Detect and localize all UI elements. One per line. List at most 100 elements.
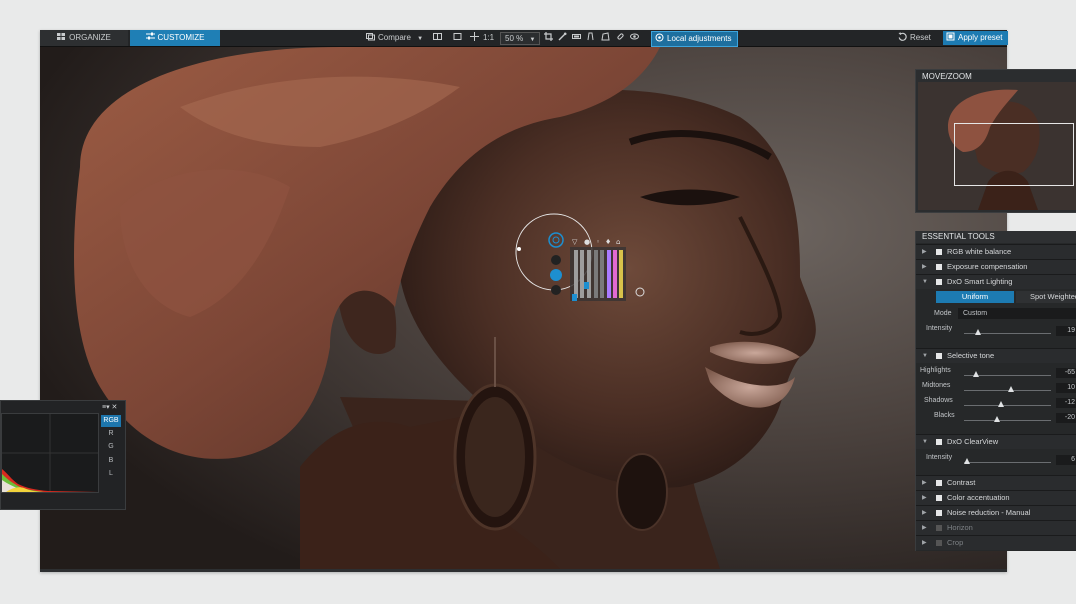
tool-exposure-compensation[interactable]: ▶ Exposure compensation: [916, 259, 1076, 274]
histogram-channel-g[interactable]: G: [101, 441, 121, 453]
tool-label: Noise reduction - Manual: [947, 508, 1031, 517]
expand-arrow-icon[interactable]: ▶: [922, 506, 927, 520]
slider-value[interactable]: 19: [1056, 326, 1076, 336]
slider-value[interactable]: 10: [1056, 383, 1076, 393]
enable-checkbox[interactable]: [936, 480, 942, 486]
histogram-channel-b[interactable]: B: [101, 455, 121, 467]
tool-crop[interactable]: ▶ Crop: [916, 535, 1076, 550]
slider-track[interactable]: [964, 420, 1051, 421]
clearview-intensity-slider[interactable]: Intensity 6: [916, 453, 1076, 468]
reset-button[interactable]: Reset: [898, 30, 931, 46]
slider-knob[interactable]: [994, 416, 1000, 422]
histogram-channel-l[interactable]: L: [101, 468, 121, 480]
blacks-slider[interactable]: Blacks -20: [916, 411, 1076, 426]
move-zoom-title: MOVE/ZOOM: [922, 72, 972, 81]
svg-text:⌂: ⌂: [616, 238, 620, 246]
move-zoom-panel: MOVE/ZOOM: [915, 69, 1076, 213]
compare-icon: [366, 33, 375, 41]
navigator-thumbnail[interactable]: [918, 82, 1076, 210]
reset-icon: [898, 32, 907, 41]
tool-color-accentuation[interactable]: ▶ Color accentuation: [916, 490, 1076, 505]
preset-icon: [946, 32, 955, 41]
filmstrip-toggle-bar[interactable]: [40, 569, 1007, 572]
enable-checkbox[interactable]: [936, 540, 942, 546]
smart-lighting-intensity-slider[interactable]: Intensity 19: [916, 324, 1076, 339]
tool-noise-reduction[interactable]: ▶ Noise reduction - Manual: [916, 505, 1076, 520]
svg-text:◦: ◦: [596, 238, 600, 246]
enable-checkbox[interactable]: [936, 249, 942, 255]
slider-label: Shadows: [924, 397, 953, 404]
compare-button[interactable]: Compare ▼: [362, 30, 427, 46]
slider-knob[interactable]: [998, 401, 1004, 407]
slider-track[interactable]: [964, 462, 1051, 463]
collapse-arrow-icon[interactable]: ▼: [922, 275, 928, 289]
navigator-view-rectangle[interactable]: [954, 123, 1074, 186]
enable-checkbox[interactable]: [936, 525, 942, 531]
highlights-slider[interactable]: Highlights -65: [916, 366, 1076, 381]
zoom-value: 50 %: [505, 34, 524, 43]
reset-label: Reset: [910, 33, 931, 42]
slider-knob[interactable]: [975, 329, 981, 335]
tool-selective-tone[interactable]: ▼ Selective tone: [916, 348, 1076, 363]
volume-deformation-icon: [601, 32, 610, 41]
shadows-slider[interactable]: Shadows -12: [916, 396, 1076, 411]
collapse-arrow-icon[interactable]: ▼: [922, 435, 928, 449]
top-toolbar: ORGANIZE CUSTOMIZE Compare ▼ 1:1 50 % ▼: [40, 30, 1008, 47]
apply-preset-label: Apply preset: [958, 33, 1003, 42]
tab-customize[interactable]: CUSTOMIZE: [130, 30, 220, 46]
tool-label: Color accentuation: [947, 493, 1010, 502]
expand-arrow-icon[interactable]: ▶: [922, 260, 927, 274]
tab-organize[interactable]: ORGANIZE: [40, 30, 128, 46]
image-viewer[interactable]: ▽ ● ◦ ♦ ⌂: [40, 47, 1007, 569]
visibility-button[interactable]: [626, 30, 646, 46]
slider-knob[interactable]: [973, 371, 979, 377]
bandage-icon: [617, 33, 624, 40]
slider-knob[interactable]: [964, 458, 970, 464]
expand-arrow-icon[interactable]: ▶: [922, 245, 927, 259]
spot-weighted-mode-button[interactable]: Spot Weighted: [1016, 291, 1076, 303]
mode-select[interactable]: Custom: [958, 308, 1076, 319]
split-view-button[interactable]: [429, 30, 449, 46]
tool-clearview[interactable]: ▼ DxO ClearView: [916, 434, 1076, 449]
ratio-button[interactable]: 1:1: [483, 30, 494, 46]
enable-checkbox[interactable]: [936, 439, 942, 445]
histogram-channel-rgb[interactable]: RGB: [101, 415, 121, 427]
tool-rgb-white-balance[interactable]: ▶ RGB white balance: [916, 244, 1076, 259]
collapse-arrow-icon[interactable]: ▼: [922, 349, 928, 363]
local-adjustment-widget[interactable]: ▽ ● ◦ ♦ ⌂: [512, 212, 652, 327]
enable-checkbox[interactable]: [936, 279, 942, 285]
enable-checkbox[interactable]: [936, 353, 942, 359]
local-adjustments-button[interactable]: Local adjustments: [651, 31, 738, 47]
expand-arrow-icon[interactable]: ▶: [922, 491, 927, 505]
tab-organize-label: ORGANIZE: [69, 33, 111, 42]
enable-checkbox[interactable]: [936, 264, 942, 270]
uniform-mode-button[interactable]: Uniform: [936, 291, 1014, 303]
tab-customize-label: CUSTOMIZE: [157, 33, 205, 42]
histogram-menu-icon[interactable]: ≡▾ ✕: [102, 403, 117, 411]
enable-checkbox[interactable]: [936, 495, 942, 501]
tool-label: Contrast: [947, 478, 976, 487]
expand-arrow-icon[interactable]: ▶: [922, 476, 927, 490]
apply-preset-button[interactable]: Apply preset: [943, 31, 1008, 45]
slider-track[interactable]: [964, 405, 1051, 406]
zoom-select[interactable]: 50 % ▼: [500, 32, 541, 45]
midtones-slider[interactable]: Midtones 10: [916, 381, 1076, 396]
expand-arrow-icon[interactable]: ▶: [922, 536, 927, 550]
slider-value[interactable]: -20: [1056, 413, 1076, 423]
histogram-panel: ≡▾ ✕ RGB R G B L: [0, 400, 126, 510]
tool-horizon[interactable]: ▶ Horizon: [916, 520, 1076, 535]
red-eye-icon: [572, 34, 581, 39]
mode-label: Mode: [934, 310, 952, 317]
fit-screen-icon: [453, 33, 462, 40]
histogram-channel-r[interactable]: R: [101, 428, 121, 440]
tool-smart-lighting[interactable]: ▼ DxO Smart Lighting: [916, 274, 1076, 289]
tool-label: DxO ClearView: [947, 437, 999, 446]
slider-knob[interactable]: [1008, 386, 1014, 392]
enable-checkbox[interactable]: [936, 510, 942, 516]
chevron-down-icon: ▼: [417, 36, 424, 42]
expand-arrow-icon[interactable]: ▶: [922, 521, 927, 535]
slider-value[interactable]: -65: [1056, 368, 1076, 378]
slider-value[interactable]: -12: [1056, 398, 1076, 408]
tool-contrast[interactable]: ▶ Contrast: [916, 475, 1076, 490]
slider-value[interactable]: 6: [1056, 455, 1076, 465]
